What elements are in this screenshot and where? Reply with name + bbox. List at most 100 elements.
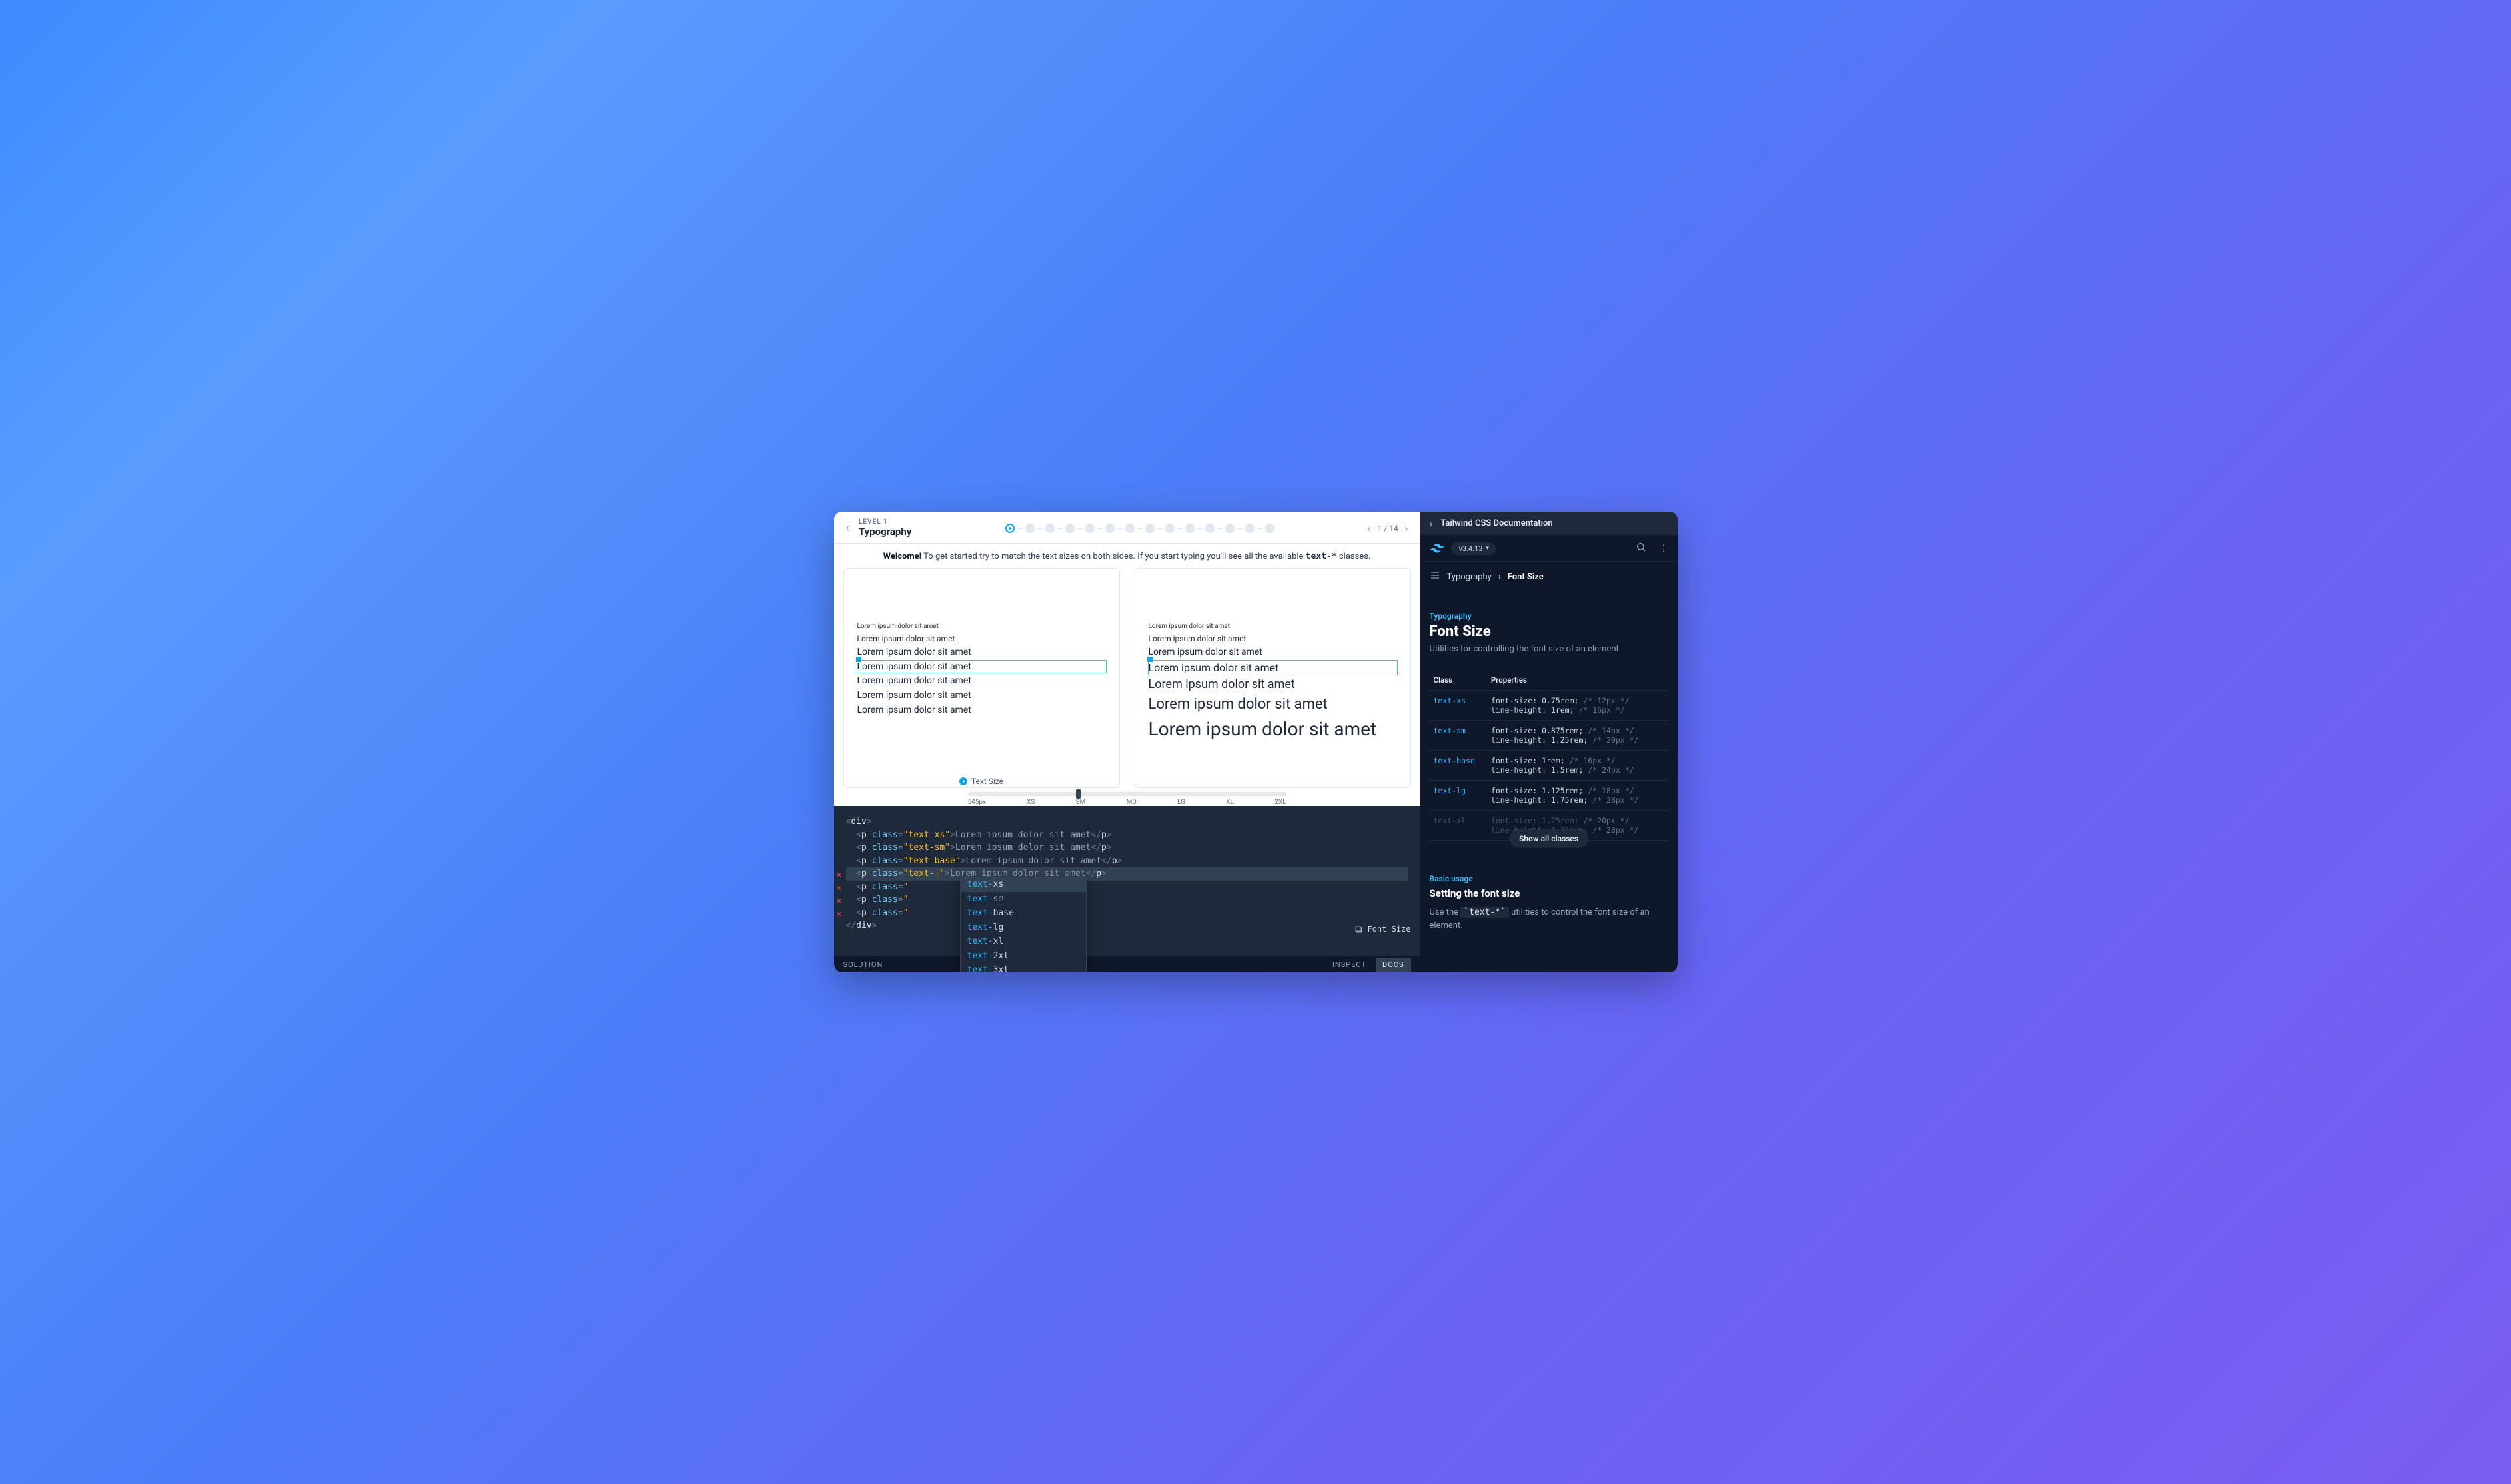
panel-label[interactable]: Text Size <box>957 775 1006 787</box>
section-label: Basic usage <box>1430 874 1668 883</box>
welcome-bold: Welcome! <box>883 552 922 561</box>
docs-pane: › Tailwind CSS Documentation v3.4.13 ▾ ⋮… <box>1420 512 1678 972</box>
page-title: Font Size <box>1430 623 1668 640</box>
slider-label: XL <box>1226 799 1234 806</box>
step-dot-12[interactable] <box>1225 524 1235 533</box>
user-line: Lorem ipsum dolor sit amet <box>857 675 1106 687</box>
solution-button[interactable]: SOLUTION <box>843 960 883 969</box>
welcome-banner: Welcome! To get started try to match the… <box>834 544 1420 568</box>
show-all-button[interactable]: Show all classes <box>1510 830 1588 847</box>
crumb-category[interactable]: Typography <box>1447 572 1492 582</box>
slider-label: 545px <box>968 799 986 806</box>
menu-icon[interactable] <box>1430 570 1440 583</box>
breakpoint-slider: 545px XS SM MD LG XL 2XL <box>834 788 1420 806</box>
search-icon[interactable] <box>1636 542 1646 555</box>
chevron-right-icon: › <box>1498 572 1501 582</box>
step-dot-11[interactable] <box>1205 524 1215 533</box>
step-dot-1[interactable] <box>1005 524 1015 533</box>
section-paragraph: Use the `text-*` utilities to control th… <box>1430 906 1668 932</box>
crumb-page: Font Size <box>1508 572 1544 582</box>
class-name: text-base <box>1430 751 1487 781</box>
table-row: text-xsfont-size: 0.75rem; /* 12px */lin… <box>1430 691 1668 721</box>
topbar: ‹ LEVEL 1 Typography <box>834 512 1420 544</box>
step-dot-10[interactable] <box>1185 524 1195 533</box>
version-selector[interactable]: v3.4.13 ▾ <box>1451 542 1496 555</box>
target-panel: Lorem ipsum dolor sit amet Lorem ipsum d… <box>1135 568 1411 788</box>
level-block: LEVEL 1 Typography <box>859 518 911 538</box>
section-heading: Setting the font size <box>1430 887 1668 899</box>
class-props: font-size: 0.75rem; /* 12px */line-heigh… <box>1487 691 1668 721</box>
autocomplete-item[interactable]: text-3xl <box>961 963 1086 972</box>
table-head-props: Properties <box>1487 670 1668 691</box>
slider-label: 2XL <box>1274 799 1286 806</box>
slider-thumb[interactable] <box>1076 789 1081 799</box>
app-window: ‹ LEVEL 1 Typography <box>834 512 1678 972</box>
docs-body[interactable]: Typography Font Size Utilities for contr… <box>1420 591 1678 972</box>
back-button[interactable]: ‹ <box>846 521 849 535</box>
preview-panels: Lorem ipsum dolor sit amet Lorem ipsum d… <box>834 568 1420 788</box>
step-dot-8[interactable] <box>1145 524 1155 533</box>
class-props: font-size: 0.875rem; /* 14px */line-heig… <box>1487 721 1668 751</box>
step-dot-14[interactable] <box>1265 524 1274 533</box>
step-count: 1 / 14 <box>1378 524 1398 533</box>
code-badge-text: Font Size <box>1367 923 1410 935</box>
more-icon[interactable]: ⋮ <box>1660 544 1668 554</box>
tailwind-logo-icon <box>1430 544 1444 553</box>
step-dot-2[interactable] <box>1025 524 1035 533</box>
autocomplete-item[interactable]: text-xs <box>961 877 1086 892</box>
target-line: Lorem ipsum dolor sit amet <box>1149 646 1397 659</box>
category-label: Typography <box>1430 611 1668 621</box>
step-dot-13[interactable] <box>1245 524 1255 533</box>
autocomplete-item[interactable]: text-xl <box>961 934 1086 949</box>
step-dot-4[interactable] <box>1065 524 1075 533</box>
class-props: font-size: 1rem; /* 16px */line-height: … <box>1487 751 1668 781</box>
panel-label-text: Text Size <box>971 777 1003 786</box>
slider-label: XS <box>1027 799 1035 806</box>
slider-track[interactable] <box>968 792 1286 796</box>
slider-label: LG <box>1177 799 1185 806</box>
step-dot-3[interactable] <box>1045 524 1055 533</box>
chevron-down-icon: ▾ <box>1486 545 1489 552</box>
step-prev[interactable]: ‹ <box>1368 522 1371 534</box>
class-name: text-sm <box>1430 721 1487 751</box>
table-row: text-smfont-size: 0.875rem; /* 14px */li… <box>1430 721 1668 751</box>
step-dot-5[interactable] <box>1085 524 1095 533</box>
table-row: text-basefont-size: 1rem; /* 16px */line… <box>1430 751 1668 781</box>
docs-title: Tailwind CSS Documentation <box>1440 518 1552 528</box>
step-dot-7[interactable] <box>1125 524 1135 533</box>
welcome-text-b: classes. <box>1337 552 1371 561</box>
target-line: Lorem ipsum dolor sit amet <box>1149 677 1397 693</box>
inspect-tab[interactable]: INSPECT <box>1326 958 1373 972</box>
step-nav: ‹ 1 / 14 › <box>1368 522 1408 534</box>
slider-label: SM <box>1076 799 1086 806</box>
version-label: v3.4.13 <box>1459 544 1483 553</box>
autocomplete-item[interactable]: text-2xl <box>961 949 1086 964</box>
user-panel: Lorem ipsum dolor sit amet Lorem ipsum d… <box>843 568 1120 788</box>
class-props: font-size: 1.125rem; /* 18px */line-heig… <box>1487 781 1668 811</box>
class-name: text-xl <box>1430 811 1487 841</box>
slider-label: MD <box>1127 799 1137 806</box>
table-head-class: Class <box>1430 670 1487 691</box>
autocomplete-item[interactable]: text-sm <box>961 892 1086 907</box>
target-line: Lorem ipsum dolor sit amet <box>1149 633 1397 644</box>
autocomplete-item[interactable]: text-base <box>961 906 1086 921</box>
book-icon <box>1354 925 1363 934</box>
step-dot-6[interactable] <box>1105 524 1115 533</box>
user-line: Lorem ipsum dolor sit amet <box>857 704 1106 717</box>
level-title: Typography <box>859 526 911 538</box>
target-line: Lorem ipsum dolor sit amet <box>1149 622 1397 631</box>
user-line: Lorem ipsum dolor sit amet <box>857 633 1106 644</box>
autocomplete-popup[interactable]: text-xs text-sm text-base text-lg text-x… <box>960 877 1087 972</box>
class-table: Class Properties text-xsfont-size: 0.75r… <box>1430 670 1668 841</box>
code-hint-badge[interactable]: Font Size <box>1354 923 1410 935</box>
page-subtitle: Utilities for controlling the font size … <box>1430 644 1668 654</box>
target-line-highlight: Lorem ipsum dolor sit amet <box>1149 661 1397 675</box>
step-dot-9[interactable] <box>1165 524 1175 533</box>
code-editor[interactable]: <div> <p class="text-xs">Lorem ipsum dol… <box>834 806 1420 956</box>
docs-collapse[interactable]: › <box>1430 517 1433 530</box>
autocomplete-item[interactable]: text-lg <box>961 921 1086 935</box>
play-icon <box>959 777 967 785</box>
user-line-highlight: Lorem ipsum dolor sit amet <box>857 661 1106 673</box>
docs-tab[interactable]: DOCS <box>1376 958 1410 972</box>
step-next[interactable]: › <box>1405 522 1408 534</box>
